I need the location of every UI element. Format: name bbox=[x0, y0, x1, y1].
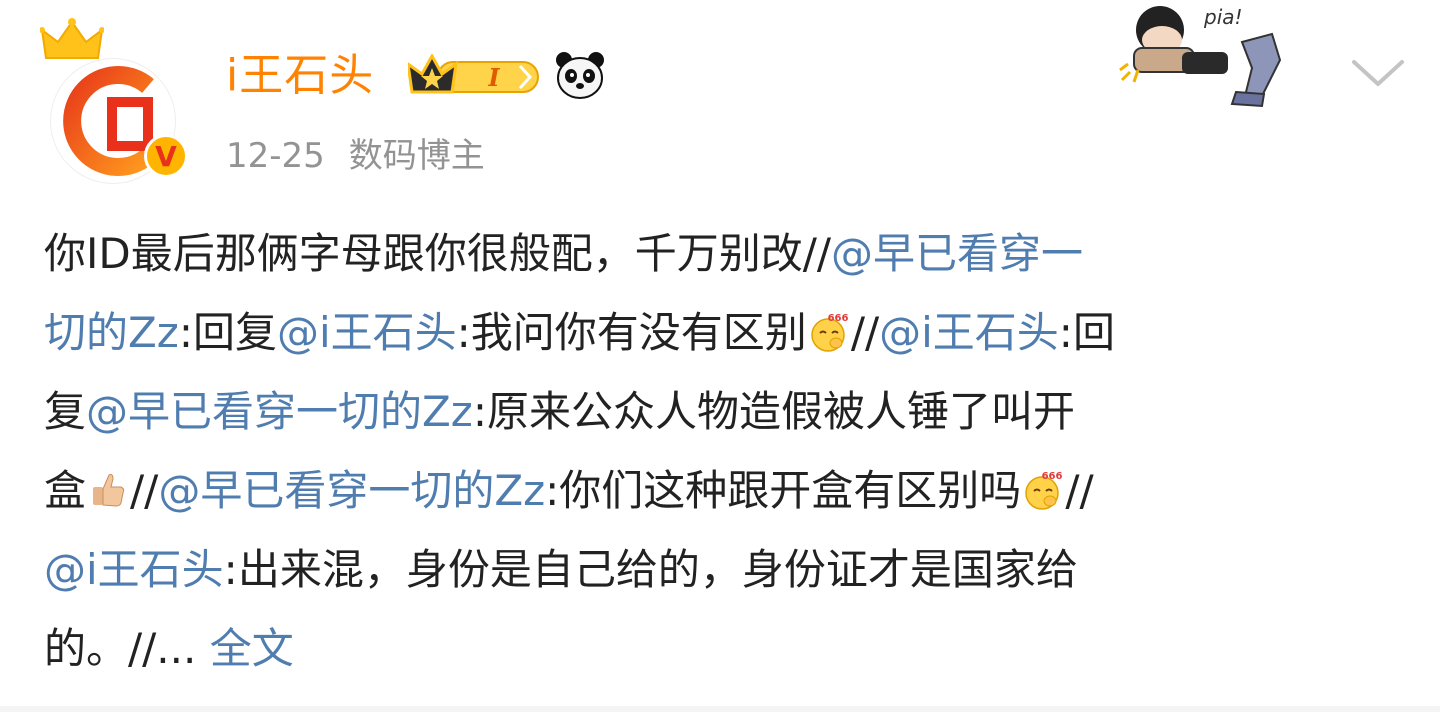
mention-link[interactable]: 切的Zz bbox=[44, 308, 179, 357]
user-tag: 数码博主 bbox=[348, 136, 485, 176]
666-emoji: 666 bbox=[1025, 471, 1063, 510]
post-text-segment: :原来公众人物造假被人锤了叫开 bbox=[472, 387, 1075, 436]
post-line: 的。//... 全文 bbox=[44, 609, 1364, 688]
bottom-divider bbox=[0, 706, 1440, 712]
verified-badge-icon: V bbox=[144, 134, 188, 178]
post-text-segment: :回复 bbox=[178, 308, 277, 357]
post-text-segment: :出来混，身份是自己给的，身份证才是国家给 bbox=[223, 545, 1078, 594]
thumbs-up-emoji bbox=[93, 474, 125, 507]
post-text: 你ID最后那俩字母跟你很般配，千万别改//@早已看穿一 切的Zz:回复@i王石头:… bbox=[44, 214, 1364, 688]
svg-text:pia!: pia! bbox=[1203, 5, 1243, 29]
post-text-segment: 你ID最后那俩字母跟你很般配，千万别改// bbox=[44, 229, 832, 278]
panda-icon bbox=[556, 52, 604, 99]
post-text-segment: // bbox=[130, 466, 159, 515]
post-line: 盒//@早已看穿一切的Zz:你们这种跟开盒有区别吗 666// bbox=[44, 451, 1364, 530]
mention-link[interactable]: @i王石头 bbox=[277, 308, 457, 357]
post-text-segment: 盒 bbox=[44, 466, 87, 515]
mention-link[interactable]: @早已看穿一切的Zz bbox=[86, 387, 473, 436]
post-text-segment: :我问你有没有区别 bbox=[456, 308, 807, 357]
mention-link[interactable]: @i王石头 bbox=[879, 308, 1059, 357]
mention-link[interactable]: @早已看穿一切的Zz bbox=[158, 466, 545, 515]
post-text-segment: // bbox=[1065, 466, 1094, 515]
post-text-segment: :你们这种跟开盒有区别吗 bbox=[545, 466, 1022, 515]
post-line: @i王石头:出来混，身份是自己给的，身份证才是国家给 bbox=[44, 530, 1364, 609]
mention-link[interactable]: @早已看穿一 bbox=[831, 229, 1083, 278]
post-date: 12-25 bbox=[226, 136, 325, 176]
post-line: 你ID最后那俩字母跟你很般配，千万别改//@早已看穿一 bbox=[44, 214, 1364, 293]
pia-sticker: pia! bbox=[1119, 5, 1282, 108]
username[interactable]: i王石头 bbox=[226, 46, 374, 106]
member-badge-icon[interactable]: I bbox=[408, 54, 542, 100]
member-level: I bbox=[487, 63, 500, 92]
post-text-segment: 复 bbox=[44, 387, 87, 436]
post-text-segment: :回 bbox=[1058, 308, 1115, 357]
mention-link[interactable]: @i王石头 bbox=[44, 545, 224, 594]
svg-text:666: 666 bbox=[827, 313, 848, 324]
666-emoji: 666 bbox=[811, 313, 848, 352]
crown-icon bbox=[40, 18, 104, 59]
post-text-segment: 的。//... bbox=[44, 624, 210, 673]
svg-text:666: 666 bbox=[1042, 471, 1063, 482]
expand-full-text-link[interactable]: 全文 bbox=[210, 624, 294, 673]
post-text-segment: // bbox=[850, 308, 880, 357]
post-line: 切的Zz:回复@i王石头:我问你有没有区别 666//@i王石头:回 bbox=[44, 293, 1364, 372]
chevron-down-icon[interactable] bbox=[1350, 52, 1406, 92]
post-meta: 12-25 数码博主 bbox=[226, 132, 509, 180]
avatar[interactable]: V bbox=[38, 18, 198, 184]
post-line: 复@早已看穿一切的Zz:原来公众人物造假被人锤了叫开 bbox=[44, 372, 1364, 451]
